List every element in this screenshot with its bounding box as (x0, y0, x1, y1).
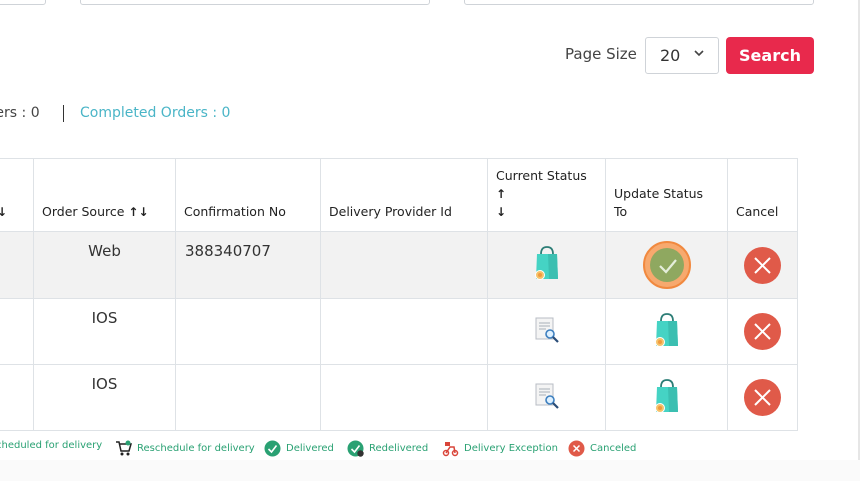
legend-item-exception: Delivery Exception (442, 440, 558, 457)
current-status-cell (487, 231, 606, 299)
update-status-button[interactable] (642, 241, 691, 289)
confirmation-no-cell: 388340707 (175, 231, 321, 299)
page-size-label: Page Size (565, 45, 637, 63)
confirmation-no-cell (175, 298, 321, 365)
sort-indicator[interactable]: ↑↓ (128, 205, 148, 219)
column-header-label: Cancel (736, 204, 779, 219)
legend-label: Delivered (286, 443, 334, 454)
legend-item-delivered: Delivered (264, 440, 334, 457)
legend-label: cheduled for delivery (0, 440, 103, 451)
filter-input-2[interactable] (80, 0, 430, 5)
close-icon (754, 389, 771, 406)
filter-input-1[interactable] (0, 0, 46, 5)
page-size-select[interactable]: 20 (645, 37, 719, 74)
pending-orders-count[interactable]: Orders : 0 (0, 105, 40, 121)
close-circle-icon (568, 440, 585, 457)
legend-label: Reschedule for delivery (137, 442, 255, 454)
legend-label: Delivery Exception (464, 443, 558, 454)
column-header-update-status-to[interactable]: Update Status To (605, 158, 728, 232)
cancel-cell (727, 298, 798, 365)
column-header-hidden[interactable]: ↓ (0, 158, 34, 232)
confirmation-no-cell (175, 364, 321, 431)
shopping-bag-icon[interactable] (652, 312, 682, 348)
sort-indicator[interactable]: ↓ (0, 205, 7, 219)
cancel-order-button[interactable] (744, 313, 781, 350)
redelivered-icon (347, 440, 364, 457)
legend-item-reschedule: Reschedule for delivery (115, 440, 255, 456)
completed-orders-link[interactable]: Completed Orders : 0 (80, 105, 230, 121)
close-icon (754, 256, 771, 274)
page-bottom-strip (0, 460, 860, 481)
column-header-label: Update Status To (614, 186, 704, 219)
document-search-icon (535, 383, 559, 409)
sort-indicator[interactable]: ↓ (496, 205, 506, 219)
document-search-icon (535, 317, 559, 343)
update-status-cell (605, 364, 728, 431)
update-status-cell (605, 298, 728, 365)
check-icon (658, 259, 677, 274)
update-status-cell (605, 231, 728, 299)
legend-label: Redelivered (369, 443, 429, 454)
cancel-order-button[interactable] (744, 379, 781, 416)
close-icon (754, 323, 771, 340)
column-header-label: Order Source (42, 204, 125, 219)
cancel-cell (727, 364, 798, 431)
order-source-cell: IOS (33, 298, 176, 365)
counts-divider (63, 105, 64, 122)
legend-label: Canceled (590, 443, 637, 454)
column-header-delivery-provider-id[interactable]: Delivery Provider Id (320, 158, 488, 232)
search-button[interactable]: Search (726, 37, 814, 74)
legend-item-scheduled: cheduled for delivery (0, 440, 102, 451)
sort-indicator[interactable]: ↑ (496, 187, 506, 201)
orders-table: ↓ Order Source ↑↓ Confirmation No Delive… (0, 158, 798, 431)
cart-icon (116, 440, 132, 456)
table-row[interactable]: IOS (0, 298, 798, 365)
cancel-order-button[interactable] (744, 246, 781, 284)
column-header-cancel[interactable]: Cancel (727, 158, 798, 232)
legend-item-redelivered: Redelivered (347, 440, 428, 457)
chevron-down-icon (694, 50, 704, 57)
table-row[interactable]: Web 388340707 (0, 231, 798, 299)
page-size-value: 20 (660, 46, 681, 65)
column-header-label: Current Status (496, 168, 587, 183)
legend-item-canceled: Canceled (568, 440, 636, 457)
current-status-cell (487, 298, 606, 365)
column-header-confirmation-no[interactable]: Confirmation No (175, 158, 321, 232)
cancel-cell (727, 231, 798, 299)
delivery-provider-id-cell (320, 231, 488, 299)
check-circle-icon (264, 440, 281, 457)
column-header-order-source[interactable]: Order Source ↑↓ (33, 158, 176, 232)
table-cell (0, 231, 34, 299)
order-source-cell: Web (33, 231, 176, 299)
order-source-cell: IOS (33, 364, 176, 431)
delivery-scooter-icon (442, 442, 459, 457)
table-row[interactable]: IOS (0, 364, 798, 431)
delivery-provider-id-cell (320, 298, 488, 365)
column-header-label: Delivery Provider Id (329, 204, 452, 219)
current-status-cell (487, 364, 606, 431)
shopping-bag-icon (534, 246, 558, 280)
shopping-bag-icon[interactable] (652, 378, 682, 414)
filter-input-3[interactable] (464, 0, 814, 5)
table-cell (0, 364, 34, 431)
column-header-current-status[interactable]: Current Status ↑ ↓ (487, 158, 606, 232)
column-header-label: Confirmation No (184, 204, 286, 219)
table-cell (0, 298, 34, 365)
delivery-provider-id-cell (320, 364, 488, 431)
